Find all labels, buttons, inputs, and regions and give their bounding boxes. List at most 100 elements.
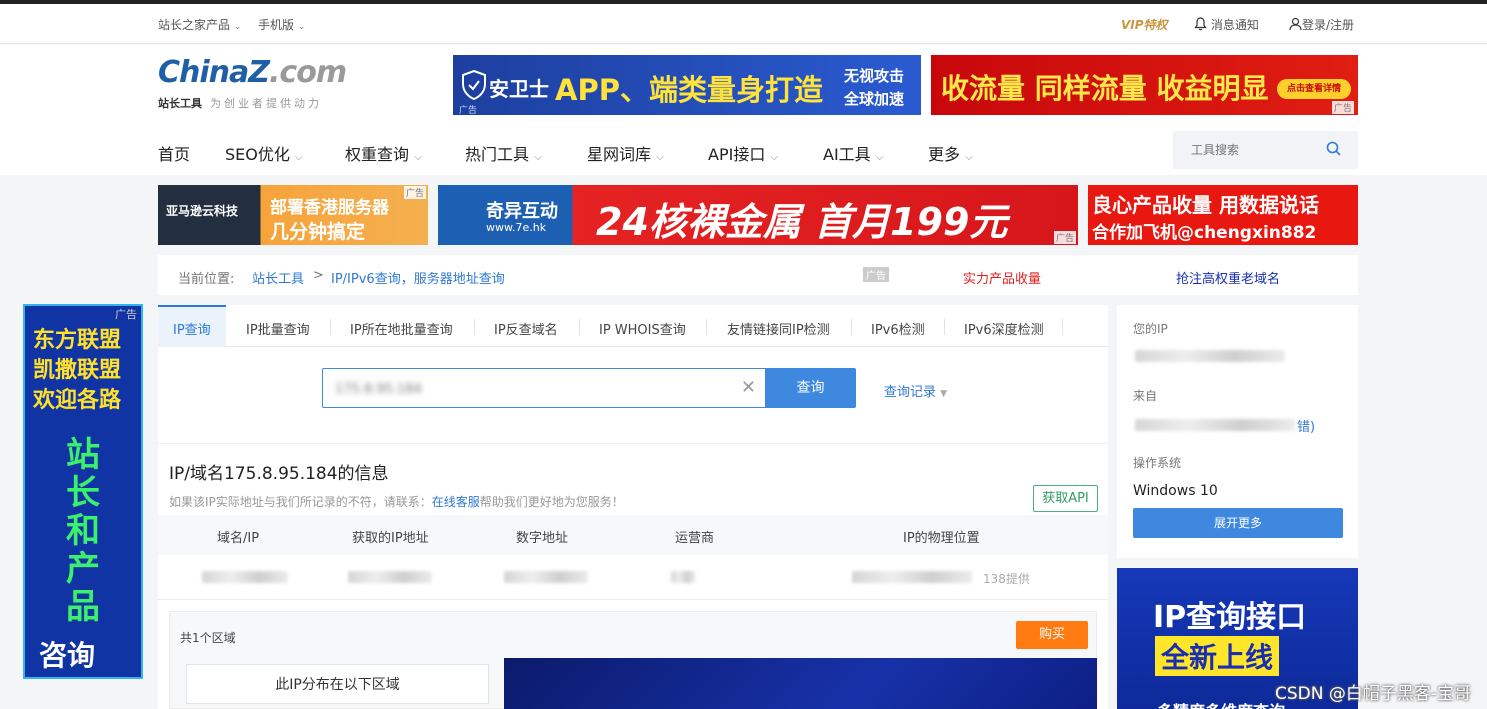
logo-part-a: China: [158, 55, 249, 90]
user-icon: [1289, 17, 1302, 31]
tool-tabs: IP查询 IP批量查询 IP所在地批量查询 IP反查域名 IP WHOIS查询 …: [158, 305, 1108, 347]
ad-label: 广告: [863, 267, 889, 282]
query-history-label: 查询记录: [884, 385, 937, 400]
online-support-link[interactable]: 在线客服: [432, 495, 480, 509]
ad-label: 广告: [1331, 101, 1354, 114]
your-ip-label: 您的IP: [1133, 322, 1168, 336]
notifications-link[interactable]: 消息通知: [1194, 16, 1259, 33]
nav-item-keywords[interactable]: 星网词库 ⌵: [587, 141, 664, 165]
nav-item-hot-tools[interactable]: 热门工具 ⌵: [465, 141, 542, 165]
ad-left-vertical[interactable]: 广告 东方联盟 凯撒联盟 欢迎各路 站 长 和 产 品 咨询: [23, 304, 143, 679]
tab-same-ip-links[interactable]: 友情链接同IP检测: [727, 319, 830, 338]
report-error-link[interactable]: 错): [1297, 416, 1315, 435]
site-header: ChinaZ.com 站长工具 为创业者提供动力 安卫士 APP、端类量身打造 无…: [0, 45, 1487, 175]
ad-banner-aws[interactable]: 亚马逊云科技 部署香港服务器 几分钟搞定 广告: [158, 185, 428, 245]
tab-divider: [944, 319, 945, 335]
tool-search: [1173, 131, 1358, 169]
breadcrumb-separator: >: [313, 268, 324, 283]
nav-item-home[interactable]: 首页: [158, 141, 190, 165]
column-header-isp: 运营商: [675, 531, 715, 546]
vip-link[interactable]: VIP特权: [1121, 16, 1168, 33]
buy-button[interactable]: 购买: [1016, 621, 1088, 649]
tab-ip-query[interactable]: IP查询: [173, 319, 211, 338]
ad-label: 广告: [1053, 231, 1076, 244]
region-section: 共1个区域 购买 此IP分布在以下区域: [169, 611, 1097, 709]
section-divider: [158, 443, 1108, 444]
ad-brand: 亚马逊云科技: [166, 204, 239, 218]
ad-banner-bare-metal[interactable]: 奇异互动 www.7e.hk 24核裸金属 首月199元 广告: [438, 185, 1078, 245]
ad-text-link-domains[interactable]: 抢注高权重老域名: [1176, 268, 1280, 287]
close-icon[interactable]: ✕: [741, 377, 756, 398]
nav-label: SEO优化: [225, 145, 290, 164]
tab-ipv6-deep-check[interactable]: IPv6深度检测: [964, 319, 1044, 338]
ip-query-field: ✕: [322, 368, 766, 408]
ad-side-line2: 全球加速: [844, 90, 905, 108]
ad-char: 品: [66, 587, 100, 627]
search-icon[interactable]: [1325, 140, 1343, 158]
ad-label: 广告: [459, 106, 478, 116]
ad-banner-traffic[interactable]: 收流量 同样流量 收益明显 点击查看详情 广告: [931, 55, 1358, 115]
tab-ipv6-check[interactable]: IPv6检测: [871, 319, 925, 338]
query-button[interactable]: 查询: [765, 368, 856, 408]
nav-item-more[interactable]: 更多 ⌵: [928, 141, 973, 165]
nav-label: API接口: [708, 145, 766, 164]
tab-divider: [706, 319, 707, 335]
region-count: 共1个区域: [180, 631, 236, 645]
region-distribution-label: 此IP分布在以下区域: [186, 664, 489, 704]
ad-brand: 奇异互动: [486, 201, 558, 222]
breadcrumb-current[interactable]: IP/IPv6查询，服务器地址查询: [331, 268, 505, 287]
csdn-watermark: CSDN @白帽子黑客-宝哥: [1274, 684, 1471, 704]
logo-part-b: Z: [248, 55, 270, 90]
result-note-text: 如果该IP实际地址与我们所记录的不符，请联系：: [169, 495, 432, 509]
top-utility-bar: 站长之家产品 ⌄ 手机版 ⌄ VIP特权 消息通知 登录/注册: [0, 4, 1487, 44]
chevron-down-icon: ⌵: [872, 152, 884, 163]
ip-query-input[interactable]: [335, 379, 715, 399]
ad-label: 广告: [115, 308, 137, 321]
ad-text-link-products[interactable]: 实力产品收量: [963, 268, 1041, 287]
logo-slogan: 为创业者提供动力: [210, 97, 322, 110]
breadcrumb-home-link[interactable]: 站长工具: [252, 268, 304, 287]
query-history-dropdown[interactable]: 查询记录 ▼: [884, 381, 947, 400]
ad-left-big-text: 站 长 和 产 品: [59, 436, 107, 626]
visitor-info-card: 您的IP 来自 错) 操作系统 Windows 10 展开更多: [1117, 305, 1358, 558]
result-note: 如果该IP实际地址与我们所记录的不符，请联系：在线客服帮助我们更好地为您服务！: [169, 493, 624, 510]
products-menu[interactable]: 站长之家产品 ⌄: [158, 16, 241, 33]
redacted-your-ip: [1135, 350, 1285, 362]
chevron-down-icon: ⌵: [291, 152, 303, 163]
tab-ip-location-batch[interactable]: IP所在地批量查询: [350, 319, 453, 338]
nav-item-api[interactable]: API接口 ⌵: [708, 141, 778, 165]
ad-headline: 24核裸金属 首月199元: [596, 200, 1008, 244]
nav-item-weight[interactable]: 权重查询 ⌵: [345, 141, 422, 165]
bell-icon: [1194, 17, 1207, 31]
mobile-menu[interactable]: 手机版 ⌄: [258, 16, 305, 33]
notifications-label: 消息通知: [1210, 18, 1259, 32]
ad-left-text: 东方联盟 凯撒联盟 欢迎各路: [33, 326, 121, 416]
expand-more-button[interactable]: 展开更多: [1133, 508, 1343, 538]
region-map: [504, 658, 1097, 709]
tab-divider: [1062, 319, 1063, 335]
nav-label: 更多: [928, 145, 961, 164]
redacted-numeric-cell: [504, 571, 588, 583]
tab-reverse-domain[interactable]: IP反查域名: [494, 319, 558, 338]
ad-headline: APP、端类量身打造: [555, 73, 823, 107]
tab-ip-whois[interactable]: IP WHOIS查询: [599, 319, 686, 338]
chevron-down-icon: ⌵: [653, 152, 664, 163]
nav-item-seo[interactable]: SEO优化 ⌵: [225, 141, 303, 165]
ad-banner-security-app[interactable]: 安卫士 APP、端类量身打造 无视攻击 全球加速 广告: [453, 55, 921, 116]
column-header-location: IP的物理位置: [903, 531, 980, 546]
login-link[interactable]: 登录/注册: [1289, 16, 1354, 33]
redacted-ip-cell: [348, 571, 432, 583]
logo-subtitle: 站长工具 为创业者提供动力: [158, 95, 322, 111]
row-divider: [158, 599, 1108, 600]
ad-banner-quality[interactable]: 良心产品收量 用数据说话 合作加飞机@chengxin882: [1088, 185, 1358, 245]
ad-line1: 良心产品收量 用数据说话: [1092, 193, 1319, 217]
tool-search-input[interactable]: [1191, 141, 1321, 159]
products-menu-label: 站长之家产品: [158, 18, 231, 32]
logo-part-c: .com: [269, 55, 347, 90]
get-api-button[interactable]: 获取API: [1033, 485, 1098, 512]
tab-ip-batch[interactable]: IP批量查询: [246, 319, 310, 338]
ad-char: 和: [66, 511, 100, 551]
nav-item-ai[interactable]: AI工具 ⌵: [823, 141, 883, 165]
site-logo[interactable]: ChinaZ.com: [158, 55, 347, 90]
redacted-from-location: [1135, 419, 1295, 431]
